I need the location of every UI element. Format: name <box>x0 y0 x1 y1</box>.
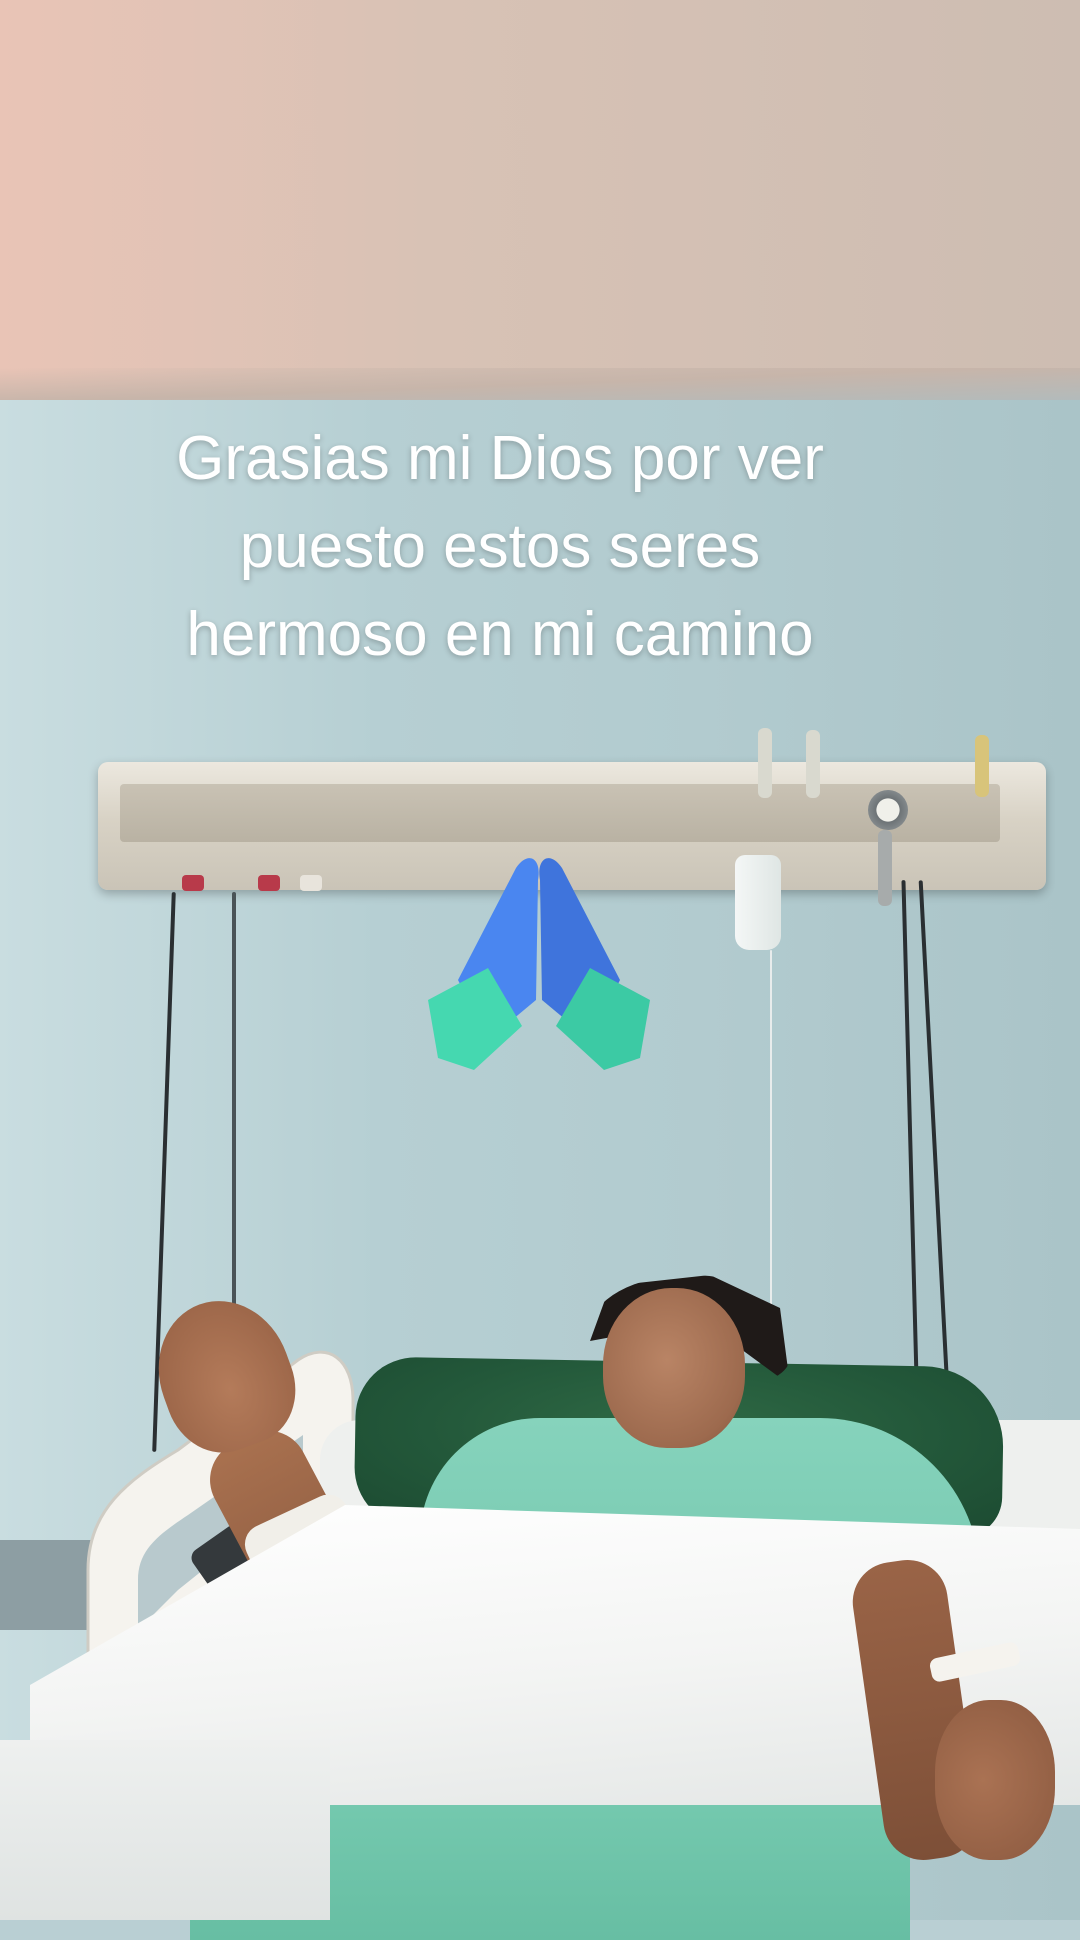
pressure-gauge <box>868 790 908 830</box>
flowmeter <box>758 728 772 798</box>
power-outlet <box>258 875 280 891</box>
call-cable <box>232 892 236 1342</box>
patient-right-hand <box>935 1700 1055 1860</box>
ceiling <box>0 0 1080 405</box>
flowmeter <box>806 730 820 798</box>
oxygen-tube <box>770 950 772 1330</box>
vacuum-regulator <box>878 830 892 906</box>
bed-sheet-corner <box>0 1740 330 1920</box>
power-outlet <box>182 875 204 891</box>
video-caption: Grasias mi Dios por ver puesto estos ser… <box>176 424 824 669</box>
switch <box>300 875 322 891</box>
oxygen-humidifier-bottle <box>735 855 781 950</box>
patient-face <box>603 1288 745 1448</box>
flowmeter <box>975 735 989 797</box>
folded-hands-icon <box>428 858 650 1070</box>
